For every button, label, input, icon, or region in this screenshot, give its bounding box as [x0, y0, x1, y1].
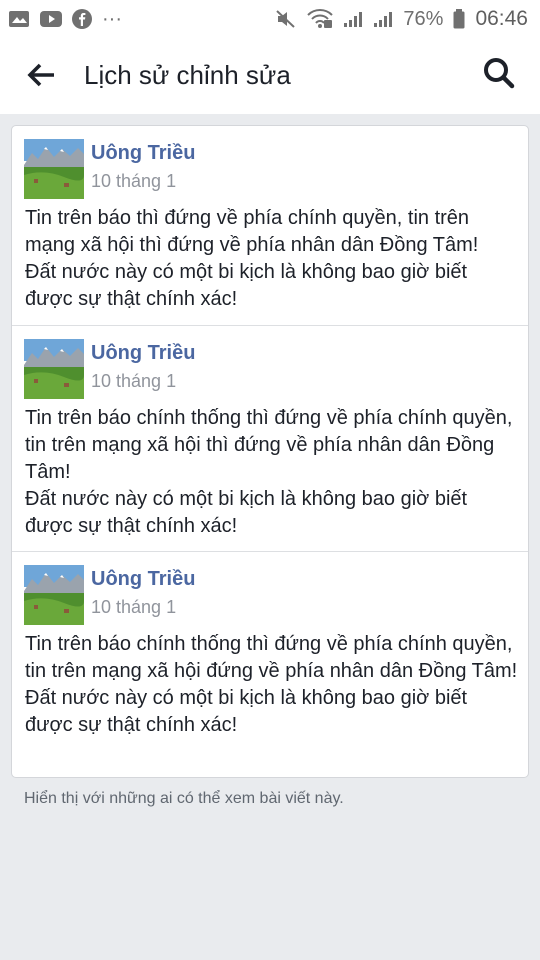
entry-text: Tin trên báo thì đứng về phía chính quyề… — [25, 207, 479, 310]
battery-icon — [453, 9, 465, 29]
page-title: Lịch sử chỉnh sửa — [84, 60, 291, 90]
history-entry: Uông Triều 10 tháng 1 Tin trên báo thì đ… — [12, 126, 528, 326]
clock: 06:46 — [475, 7, 528, 30]
visibility-note: Hiển thị với những ai có thể xem bài viế… — [24, 790, 344, 807]
gallery-icon — [8, 10, 30, 28]
search-button[interactable] — [482, 57, 516, 94]
battery-percent: 76% — [403, 7, 444, 30]
status-left: ··· — [8, 8, 122, 31]
avatar[interactable] — [24, 139, 84, 199]
back-button[interactable] — [26, 62, 56, 92]
author-name[interactable]: Uông Triều — [91, 568, 195, 591]
app-bar: Lịch sử chỉnh sửa — [0, 38, 540, 114]
history-entry: Uông Triều 10 tháng 1 Tin trên báo chính… — [12, 326, 528, 552]
author-name[interactable]: Uông Triều — [91, 342, 195, 365]
history-entry: Uông Triều 10 tháng 1 Tin trên báo chính… — [12, 552, 528, 779]
avatar[interactable] — [24, 565, 84, 625]
youtube-icon — [40, 11, 62, 27]
entry-text: Tin trên báo chính thống thì đứng về phí… — [25, 407, 513, 537]
edit-history-card: Uông Triều 10 tháng 1 Tin trên báo thì đ… — [11, 125, 529, 778]
wifi-icon — [307, 9, 334, 29]
more-notifications-dots: ··· — [102, 7, 122, 30]
entry-text: Tin trên báo chính thống thì đứng về phí… — [25, 633, 518, 736]
search-icon — [483, 57, 515, 94]
entry-date: 10 tháng 1 — [91, 597, 177, 617]
arrow-left-icon — [27, 63, 55, 92]
signal-icon — [343, 10, 363, 28]
entry-date: 10 tháng 1 — [91, 171, 177, 191]
signal-icon — [373, 10, 393, 28]
author-name[interactable]: Uông Triều — [91, 142, 195, 165]
entry-date: 10 tháng 1 — [91, 371, 177, 391]
avatar[interactable] — [24, 339, 84, 399]
mute-icon — [275, 9, 297, 29]
facebook-icon — [72, 9, 92, 29]
status-bar: ··· 76% 06:46 — [0, 0, 540, 38]
status-right: 76% 06:46 — [275, 7, 528, 31]
